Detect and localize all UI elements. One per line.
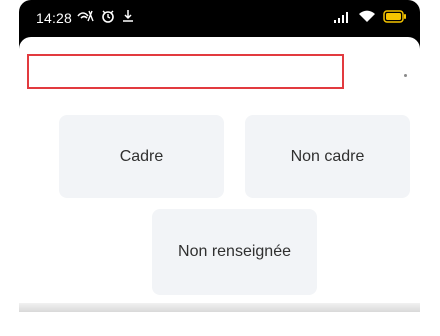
signal-icon	[333, 10, 351, 28]
status-time: 14:28	[36, 10, 73, 26]
status-left-icons	[76, 9, 134, 28]
cadre-choice[interactable]: Cadre	[59, 115, 224, 198]
screenshot-frame: 14:28 Cadre Non cadre Non renseignée	[0, 0, 440, 336]
status-right-icons	[333, 10, 407, 28]
non-cadre-choice[interactable]: Non cadre	[245, 115, 410, 198]
bottom-shade	[19, 303, 420, 312]
wifi-icon	[358, 10, 376, 28]
wifi-calling-icon	[76, 9, 94, 28]
download-icon	[122, 9, 134, 28]
text-field[interactable]	[27, 54, 344, 89]
non-renseignee-choice[interactable]: Non renseignée	[152, 209, 317, 295]
status-bar: 14:28	[19, 0, 420, 37]
battery-icon	[383, 10, 407, 28]
bottom-sheet: Cadre Non cadre Non renseignée	[19, 37, 420, 312]
phone-screen: 14:28 Cadre Non cadre Non renseignée	[19, 0, 420, 312]
alarm-icon	[101, 9, 115, 28]
dot-marker	[404, 74, 407, 77]
